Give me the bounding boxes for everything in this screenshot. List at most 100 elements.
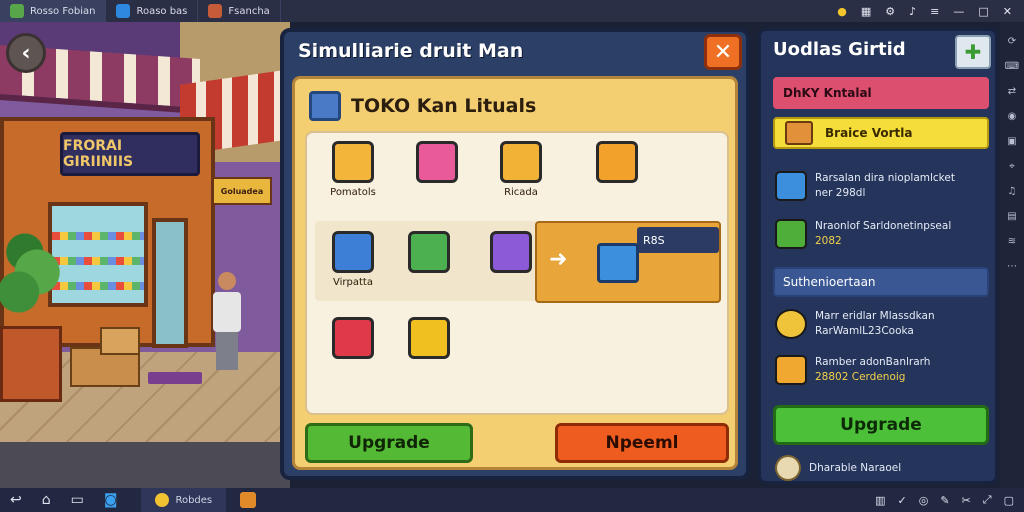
shop-dialog: Simulliarie druit Man ✕ TOKO Kan Lituals…	[280, 28, 750, 480]
home-nav-icon[interactable]: ⌂	[42, 492, 51, 508]
shop-app-icon	[208, 4, 223, 18]
camera-icon[interactable]: ◙	[104, 492, 118, 508]
close-icon[interactable]: ✕	[1003, 5, 1012, 18]
shop-door	[152, 218, 188, 348]
panel-menu-icon[interactable]: ✚	[955, 35, 991, 69]
shop-window	[48, 202, 148, 307]
upgrade-name: Ramber adonBanlrarh	[815, 356, 931, 369]
grid-item[interactable]	[397, 141, 477, 211]
volume-icon[interactable]: ♫	[1008, 186, 1017, 197]
window-controls: ● ▦ ⚙ ♪ ≡ — □ ✕	[837, 0, 1024, 22]
record-icon[interactable]: ◉	[1008, 111, 1017, 122]
grid-icon[interactable]: ▦	[861, 5, 871, 18]
tab-second[interactable]: Roaso bas	[106, 0, 199, 22]
nav-right-tools: ▥ ✓ ◎ ✎ ✂ ⤢ ▢	[875, 488, 1014, 512]
category-bar-red[interactable]: DhKY Kntalal	[773, 77, 989, 109]
dialog-title: Simulliarie druit Man	[298, 40, 524, 62]
grid-item[interactable]: Ricada	[481, 141, 561, 211]
crate-icon	[500, 141, 542, 183]
grid-item[interactable]: Pomatols	[313, 141, 393, 211]
upgrade-name: Nraonlof Sarldonetinpseal	[815, 220, 952, 233]
upgrade-row[interactable]: Ramber adonBanlrarh 28802 Cerdenoig	[775, 355, 989, 385]
plant-pot	[0, 326, 62, 402]
register-icon	[408, 317, 450, 359]
close-dialog-button[interactable]: ✕	[704, 34, 742, 70]
coin-icon[interactable]: ●	[837, 5, 847, 18]
upgrade-button[interactable]: Upgrade	[305, 423, 473, 463]
more-icon[interactable]: ⋯	[1007, 261, 1017, 272]
expand-icon[interactable]: ⤢	[983, 493, 992, 507]
character-legs	[216, 332, 238, 370]
upgrade-detail: RarWamlL23Cooka	[815, 325, 914, 337]
tab-game[interactable]: Rosso Fobian	[0, 0, 107, 22]
arrow-right-icon: ➜	[549, 247, 568, 272]
item-label: Virpatta	[333, 277, 373, 288]
panel-section-header: Suthenioertaan	[773, 267, 989, 297]
minimize-icon[interactable]: —	[953, 5, 964, 18]
app-icon	[155, 493, 170, 507]
keyboard-icon[interactable]: ⌨	[1005, 61, 1019, 72]
category-bar-yellow[interactable]: Braice Vortla	[773, 117, 989, 149]
gallery-icon[interactable]	[240, 492, 257, 508]
upgrade-detail: ner 298dl	[815, 187, 866, 199]
item-label: Pomatols	[330, 187, 376, 198]
game-app-icon	[10, 4, 24, 18]
section-title: TOKO Kan Lituals	[351, 95, 537, 117]
screenshot-icon[interactable]: ▣	[1007, 136, 1016, 147]
bell-icon[interactable]: ♪	[909, 5, 916, 18]
cardboard-box	[100, 327, 140, 355]
secondary-action-button[interactable]: Npeeml	[555, 423, 729, 463]
panel-upgrade-button[interactable]: Upgrade	[773, 405, 989, 445]
grid-item[interactable]	[389, 317, 469, 387]
box-icon	[309, 91, 341, 121]
upgrade-text: Nraonlof Sarldonetinpseal 2082	[815, 219, 951, 248]
basket-icon	[775, 219, 807, 249]
upgrade-row[interactable]: Rarsalan dira nioplamlcket ner 298dl	[775, 171, 989, 201]
sync-icon[interactable]: ⇄	[1008, 86, 1016, 97]
shopping-cart-icon	[332, 317, 374, 359]
running-app-chip[interactable]: Robdes	[141, 488, 227, 512]
shop-scene: FRORAI GIRIINIIS Goluadea ‹	[0, 22, 290, 488]
character-head	[218, 272, 236, 290]
shopkeeper-character[interactable]	[210, 272, 244, 372]
grid-item[interactable]	[389, 231, 469, 301]
edit-icon[interactable]: ✎	[940, 494, 949, 507]
folder-icon[interactable]: ▤	[1007, 211, 1016, 222]
bucket-icon	[775, 171, 807, 201]
price-tag: R8S	[637, 227, 719, 253]
street	[0, 442, 290, 488]
tab-third[interactable]: Fsancha	[198, 0, 281, 22]
panel-footer-item[interactable]: Dharable Naraoel	[775, 455, 901, 481]
shake-icon[interactable]: ≋	[1008, 236, 1016, 247]
menu-icon[interactable]: ≡	[930, 5, 939, 18]
section-header: TOKO Kan Lituals	[309, 91, 536, 121]
gamepad-icon[interactable]: ◎	[919, 494, 929, 507]
settings-icon[interactable]: ⚙	[885, 5, 895, 18]
recent-apps-icon[interactable]: ▭	[71, 492, 84, 508]
back-button[interactable]: ‹	[6, 33, 46, 73]
rotate-icon[interactable]: ⟳	[1008, 36, 1016, 47]
gift-box-icon	[416, 141, 458, 183]
produce-bin-icon	[408, 231, 450, 273]
grid-item[interactable]: Virpatta	[313, 231, 393, 301]
cart-icon	[332, 141, 374, 183]
category-label: Braice Vortla	[825, 126, 913, 140]
featured-item-card[interactable]: R8S ➜	[535, 221, 721, 303]
upgrade-text: Ramber adonBanlrarh 28802 Cerdenoig	[815, 355, 930, 384]
upgrade-row[interactable]: Nraonlof Sarldonetinpseal 2082	[775, 219, 989, 249]
coin-icon	[775, 309, 807, 339]
grid-item[interactable]	[313, 317, 393, 387]
upgrade-detail: 28802 Cerdenoig	[815, 371, 906, 383]
grid-item[interactable]	[577, 141, 657, 211]
emulator-nav-bar: ↩ ⌂ ▭ ◙ Robdes ▥ ✓ ◎ ✎ ✂ ⤢ ▢	[0, 488, 1024, 512]
tab-label: Rosso Fobian	[30, 5, 96, 17]
back-nav-icon[interactable]: ↩	[10, 492, 22, 508]
scissors-icon[interactable]: ✂	[962, 494, 971, 507]
window-icon[interactable]: ▢	[1004, 494, 1014, 507]
upgrades-panel: Uodlas Girtid ✚ DhKY Kntalal Braice Vort…	[758, 28, 998, 484]
stats-icon[interactable]: ▥	[875, 494, 885, 507]
maximize-icon[interactable]: □	[978, 5, 988, 18]
check-icon[interactable]: ✓	[898, 494, 907, 507]
upgrade-row[interactable]: Marr eridlar Mlassdkan RarWamlL23Cooka	[775, 309, 989, 339]
location-icon[interactable]: ⌖	[1009, 161, 1015, 172]
